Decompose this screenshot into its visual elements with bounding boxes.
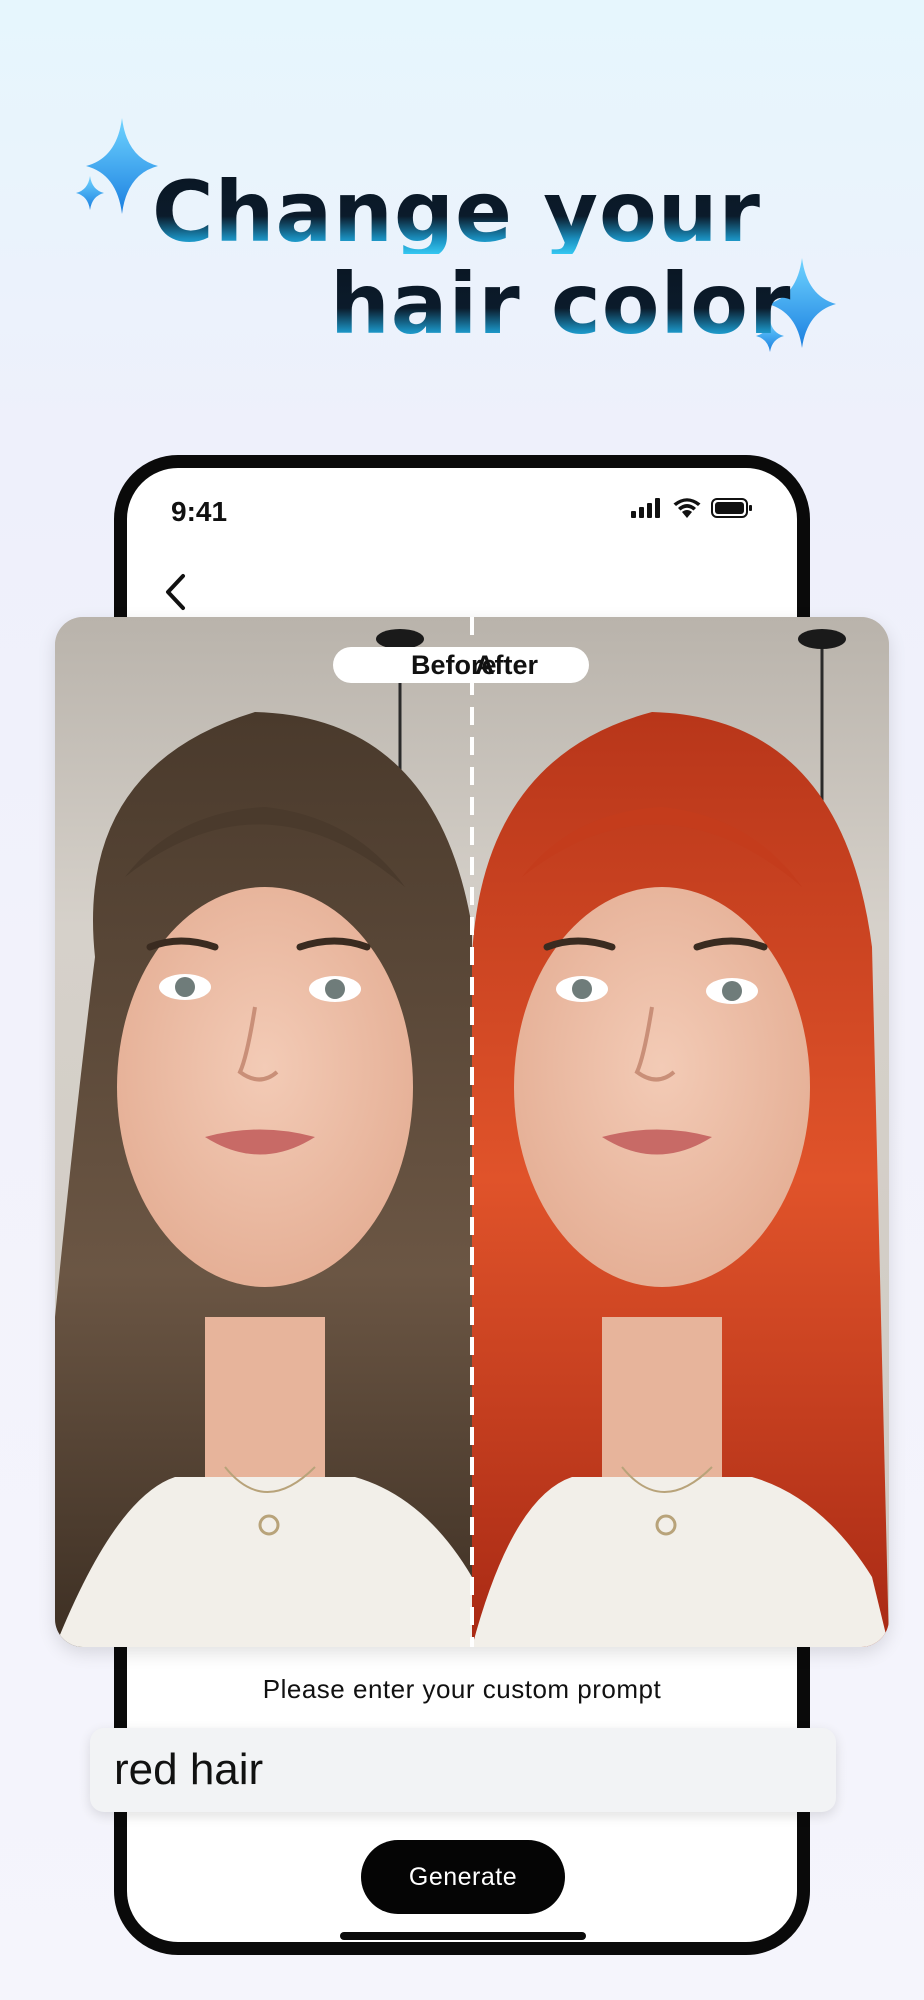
headline-line-2: hair color [330, 255, 792, 353]
back-button[interactable] [151, 568, 199, 616]
chevron-left-icon [166, 574, 185, 610]
battery-icon [711, 498, 752, 518]
sparkle-icon [76, 118, 158, 214]
before-after-label: Before After [333, 647, 589, 683]
wifi-icon [673, 498, 701, 518]
status-time: 9:41 [171, 496, 228, 527]
generate-button[interactable]: Generate [361, 1840, 565, 1914]
prompt-caption: Please enter your custom prompt [262, 1674, 662, 1704]
after-label: After [475, 650, 539, 680]
home-indicator [340, 1932, 586, 1940]
status-icons [631, 498, 753, 518]
headline-line-1: Change your [152, 163, 761, 261]
compare-divider[interactable] [470, 617, 474, 1647]
cellular-signal-icon [631, 498, 660, 518]
before-photo [55, 617, 472, 1647]
after-photo [472, 617, 889, 1647]
before-after-image: Before After [55, 617, 889, 1647]
status-bar: 9:41 [127, 468, 797, 548]
headline: Change your hair color [0, 0, 924, 360]
prompt-input[interactable] [90, 1728, 836, 1812]
